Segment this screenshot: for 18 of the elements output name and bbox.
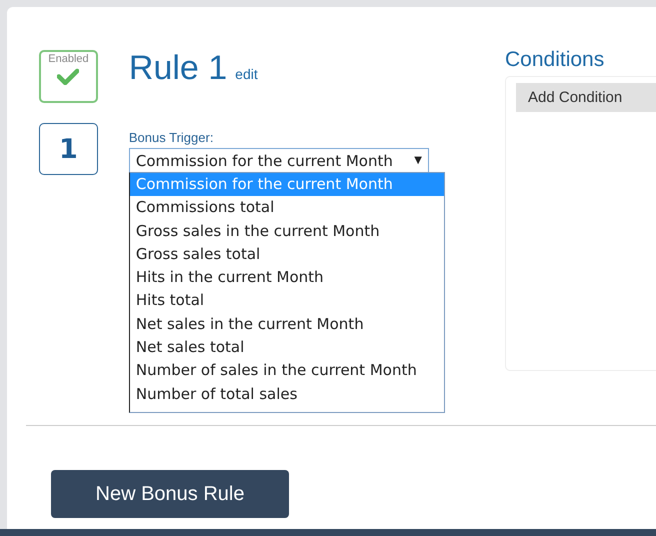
add-condition-button[interactable]: Add Condition [516, 83, 656, 112]
dropdown-option[interactable]: Hits total [130, 289, 444, 313]
section-title: Conditions [505, 48, 606, 73]
dropdown-option[interactable]: Net sales in the current Month [130, 312, 444, 336]
checkmark-icon [57, 68, 80, 85]
enabled-toggle[interactable]: Enabled [39, 50, 98, 103]
field-label: Bonus Trigger: [128, 130, 214, 146]
dropdown-option[interactable]: Hits in the current Month [130, 266, 444, 290]
edit-link[interactable]: edit [235, 66, 258, 82]
rule-title: Rule 1 [128, 50, 228, 88]
rule-number: 1 [39, 123, 98, 175]
dropdown-option[interactable]: Net sales total [130, 336, 444, 360]
dropdown-option[interactable]: Gross sales in the current Month [130, 220, 444, 243]
dropdown-option[interactable]: Number of total sales [130, 382, 444, 406]
new-bonus-rule-button[interactable]: New Bonus Rule [51, 470, 289, 518]
dropdown-option[interactable]: Number of sales in the current Month [130, 359, 444, 383]
dropdown-option[interactable]: Commissions total [130, 196, 444, 220]
dropdown-option[interactable]: Gross sales total [130, 242, 444, 266]
